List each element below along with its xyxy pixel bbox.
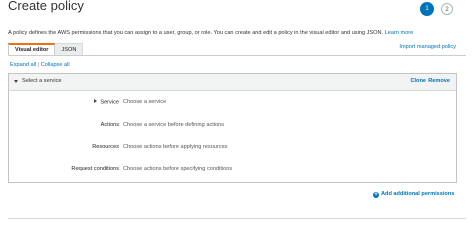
tab-visual-editor[interactable]: Visual editor bbox=[8, 43, 56, 55]
editor-tabs: Visual editor JSON bbox=[8, 43, 84, 55]
remove-button[interactable]: Remove bbox=[428, 78, 450, 84]
plus-circle-icon[interactable]: + bbox=[373, 192, 379, 198]
resources-label: Resources bbox=[92, 144, 119, 150]
description-text: A policy defines the AWS permissions tha… bbox=[8, 30, 384, 36]
caret-down-icon[interactable] bbox=[14, 80, 18, 83]
page-description: A policy defines the AWS permissions tha… bbox=[8, 30, 413, 36]
service-label[interactable]: Service bbox=[9, 99, 119, 106]
actions-label: Actions bbox=[100, 122, 119, 128]
import-managed-policy-link[interactable]: Import managed policy bbox=[399, 44, 456, 50]
panel-header[interactable]: Select a service Clone Remove bbox=[9, 74, 456, 91]
expand-collapse-controls: Expand all | Collapse all bbox=[10, 62, 70, 68]
collapse-all-link[interactable]: Collapse all bbox=[41, 62, 70, 68]
clone-button[interactable]: Clone bbox=[410, 78, 426, 84]
add-permissions-label: Add additional permissions bbox=[381, 191, 455, 197]
request-conditions-label: Request conditions bbox=[71, 166, 119, 172]
resources-value: Choose actions before applying resources bbox=[123, 144, 228, 150]
step-indicator-2: 2 bbox=[441, 3, 453, 15]
actions-value: Choose a service before defining actions bbox=[123, 122, 225, 128]
add-permissions-button[interactable]: + Add additional permissions bbox=[373, 191, 454, 198]
panel-title: Select a service bbox=[22, 78, 62, 84]
page-title: Create policy bbox=[8, 0, 84, 13]
choose-service-link[interactable]: Choose a service bbox=[123, 99, 166, 105]
caret-right-icon[interactable] bbox=[94, 99, 98, 103]
permission-panel: Select a service Clone Remove Service Ch… bbox=[8, 73, 457, 183]
request-conditions-value: Choose actions before specifying conditi… bbox=[123, 166, 233, 172]
learn-more-link[interactable]: Learn more bbox=[385, 30, 414, 36]
bottom-divider bbox=[8, 218, 466, 219]
expand-separator: | bbox=[37, 62, 40, 68]
tab-json[interactable]: JSON bbox=[55, 43, 84, 55]
expand-all-link[interactable]: Expand all bbox=[10, 62, 36, 68]
tab-divider bbox=[8, 55, 466, 56]
service-label-text: Service bbox=[100, 99, 119, 106]
step-indicator-1: 1 bbox=[421, 3, 433, 15]
